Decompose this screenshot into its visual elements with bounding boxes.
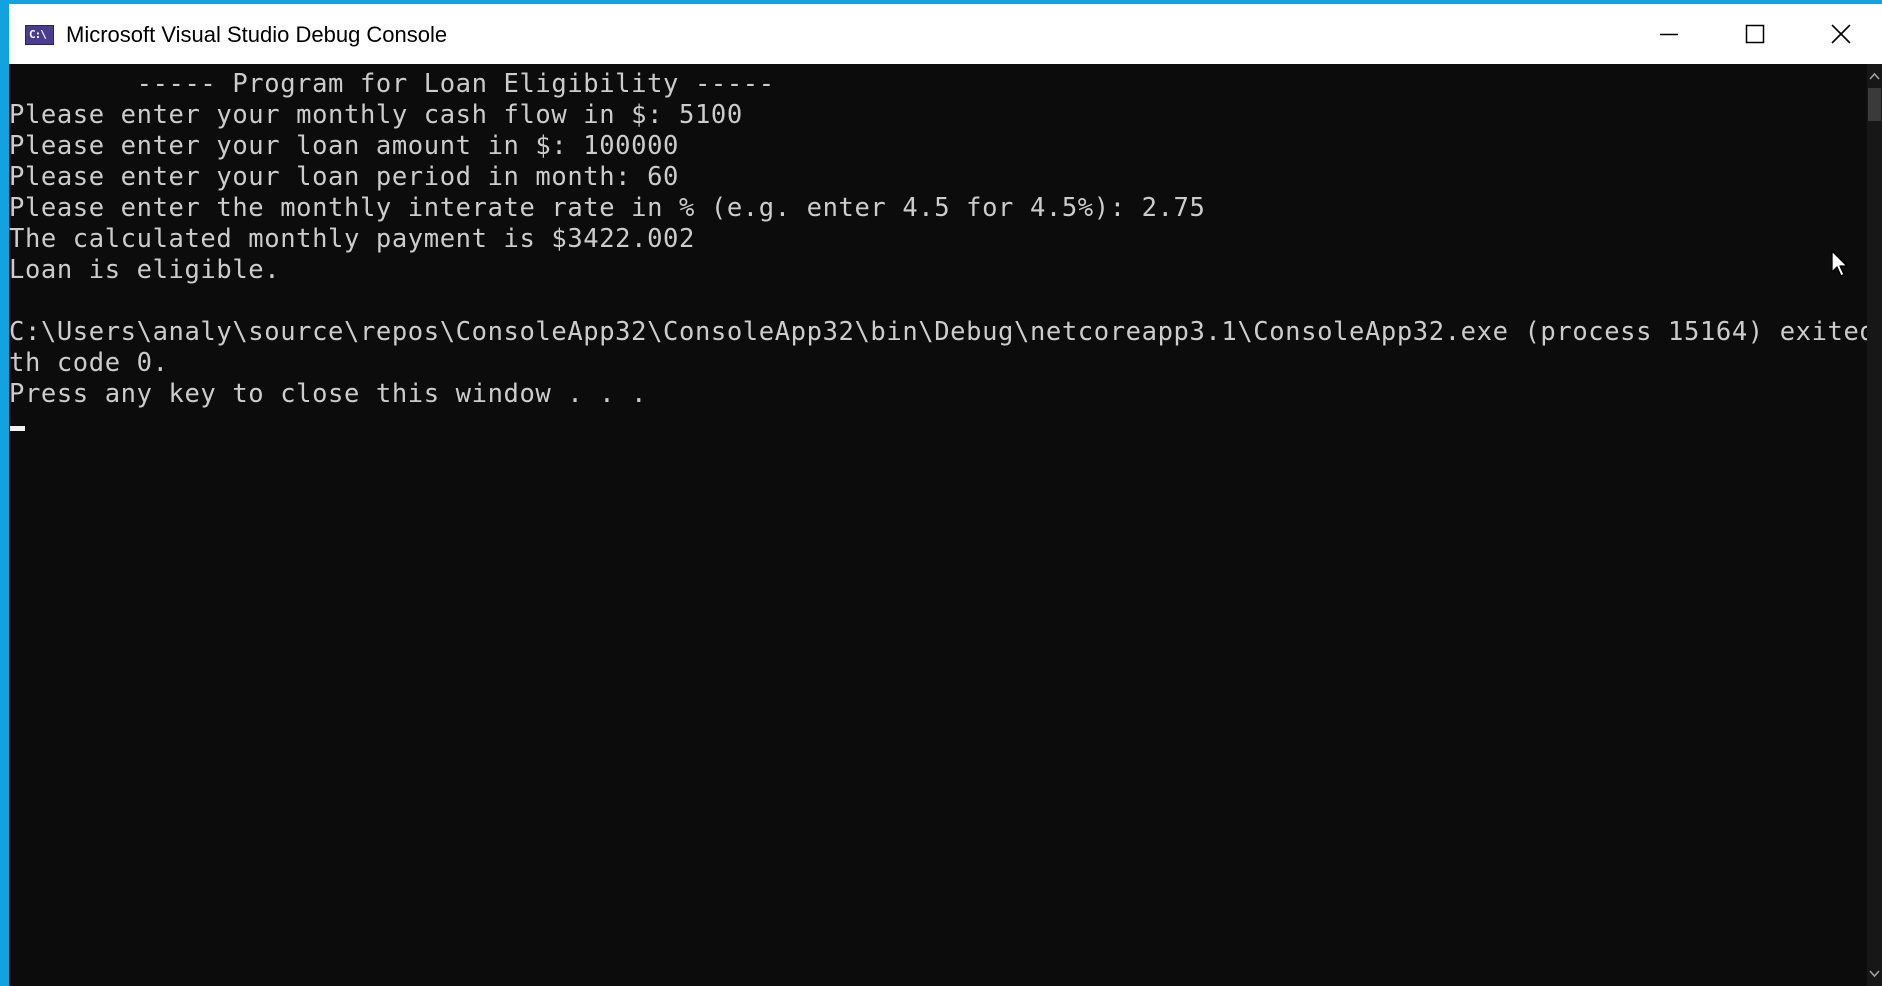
title-bar[interactable]: C:\ Microsoft Visual Studio Debug Consol…: [9, 4, 1882, 64]
console-line-exit-code: th code 0.: [9, 348, 169, 378]
console-output-area[interactable]: ----- Program for Loan Eligibility -----…: [9, 64, 1875, 986]
console-line-exit-path: C:\Users\analy\source\repos\ConsoleApp32…: [9, 317, 1882, 347]
console-line-interest-rate: Please enter the monthly interate rate i…: [9, 193, 1206, 223]
maximize-icon: [1745, 24, 1765, 44]
console-app-icon[interactable]: C:\: [25, 25, 54, 45]
console-line-header: ----- Program for Loan Eligibility -----: [9, 69, 775, 99]
text-cursor: [10, 426, 25, 431]
console-line-loan-amount: Please enter your loan amount in $: 1000…: [9, 131, 679, 161]
scroll-down-arrow-icon[interactable]: [1867, 968, 1882, 980]
close-icon: [1831, 24, 1851, 44]
scroll-up-arrow-icon[interactable]: [1867, 70, 1882, 82]
console-line-eligibility: Loan is eligible.: [9, 255, 281, 285]
console-line-press-key: Press any key to close this window . . .: [9, 379, 648, 409]
vertical-scrollbar[interactable]: [1867, 64, 1882, 986]
maximize-button[interactable]: [1712, 4, 1798, 64]
debug-console-window: C:\ Microsoft Visual Studio Debug Consol…: [9, 4, 1882, 986]
minimize-button[interactable]: [1626, 4, 1712, 64]
mouse-pointer-icon: [1831, 250, 1848, 277]
window-title: Microsoft Visual Studio Debug Console: [66, 22, 448, 47]
scrollbar-thumb[interactable]: [1868, 88, 1881, 121]
close-button[interactable]: [1798, 4, 1882, 64]
console-app-icon-glyph: C:\: [29, 28, 47, 41]
console-line-cashflow: Please enter your monthly cash flow in $…: [9, 100, 743, 130]
minimize-icon: [1660, 33, 1678, 36]
console-line-monthly-payment: The calculated monthly payment is $3422.…: [9, 224, 695, 254]
console-line-loan-period: Please enter your loan period in month: …: [9, 162, 679, 192]
